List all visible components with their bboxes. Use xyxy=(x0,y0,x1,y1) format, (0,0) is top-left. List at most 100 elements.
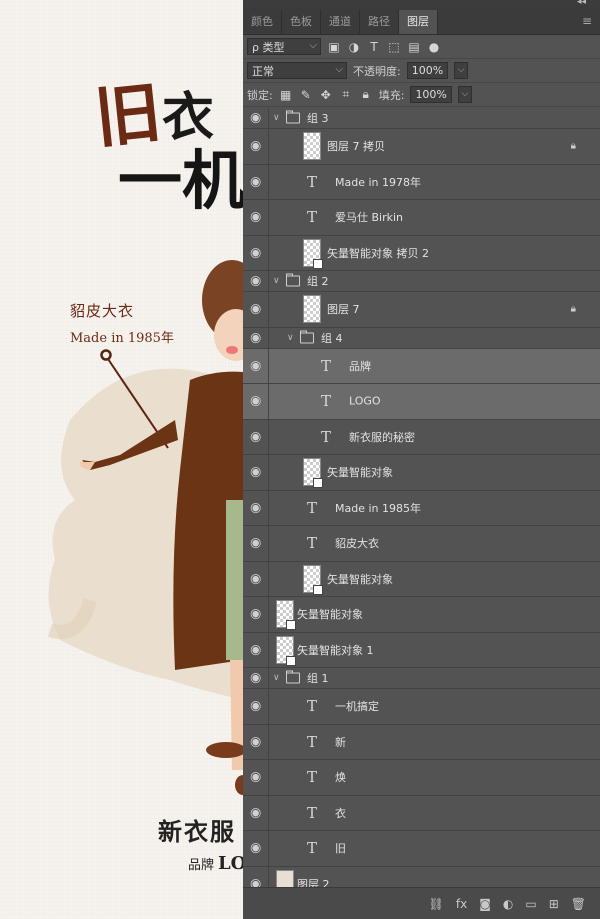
visibility-toggle[interactable]: ◉ xyxy=(243,795,269,830)
layer-row[interactable]: ◉ T 新 xyxy=(243,724,600,760)
layer-row[interactable]: ◉ 图层 7 拷贝 🔒︎ xyxy=(243,129,600,165)
filter-pixel-icon[interactable]: ▣ xyxy=(327,40,341,54)
layer-row[interactable]: ◉ 矢量智能对象 xyxy=(243,455,600,491)
layer-row[interactable]: ◉ T 爱马仕 Birkin xyxy=(243,200,600,236)
layer-row[interactable]: ◉ T 貂皮大衣 xyxy=(243,526,600,562)
fx-icon[interactable]: fx xyxy=(456,897,467,911)
eye-icon[interactable]: ◉ xyxy=(250,876,261,887)
eye-icon[interactable]: ◉ xyxy=(250,571,261,586)
filter-adjustment-icon[interactable]: ◑ xyxy=(347,40,361,54)
eye-icon[interactable]: ◉ xyxy=(250,210,261,225)
lock-transparent-icon[interactable]: ▦ xyxy=(279,88,293,102)
layer-row[interactable]: ◉ ∨ 组 3 xyxy=(243,108,600,129)
visibility-toggle[interactable]: ◉ xyxy=(243,271,269,291)
fill-dropdown-icon[interactable]: ⌵ xyxy=(457,86,472,103)
layer-row[interactable]: ◉ T Made in 1985年 xyxy=(243,490,600,526)
visibility-toggle[interactable]: ◉ xyxy=(243,129,269,164)
eye-icon[interactable]: ◉ xyxy=(250,841,261,856)
tab-paths[interactable]: 路径 xyxy=(360,10,399,34)
layer-row[interactable]: ◉ T 旧 xyxy=(243,831,600,867)
eye-icon[interactable]: ◉ xyxy=(250,330,261,345)
tab-color[interactable]: 颜色 xyxy=(243,10,282,34)
layer-row[interactable]: ◉ T 焕 xyxy=(243,760,600,796)
eye-icon[interactable]: ◉ xyxy=(250,734,261,749)
visibility-toggle[interactable]: ◉ xyxy=(243,668,269,688)
expand-chevron-icon[interactable]: ∨ xyxy=(273,113,280,123)
eye-icon[interactable]: ◉ xyxy=(250,607,261,622)
visibility-toggle[interactable]: ◉ xyxy=(243,164,269,199)
visibility-toggle[interactable]: ◉ xyxy=(243,724,269,759)
visibility-toggle[interactable]: ◉ xyxy=(243,108,269,128)
visibility-toggle[interactable]: ◉ xyxy=(243,831,269,866)
layer-row[interactable]: ◉ T 品牌 xyxy=(243,348,600,384)
lock-all-icon[interactable]: 🔒︎ xyxy=(359,87,373,102)
tab-channels[interactable]: 通道 xyxy=(321,10,360,34)
opacity-dropdown-icon[interactable]: ⌵ xyxy=(454,62,469,79)
layer-row[interactable]: ◉ 图层 7 🔒︎ xyxy=(243,292,600,328)
lock-paint-icon[interactable]: ✎ xyxy=(299,88,313,102)
eye-icon[interactable]: ◉ xyxy=(250,699,261,714)
visibility-toggle[interactable]: ◉ xyxy=(243,597,269,632)
expand-chevron-icon[interactable]: ∨ xyxy=(287,333,294,343)
eye-icon[interactable]: ◉ xyxy=(250,642,261,657)
filter-toggle-icon[interactable]: ● xyxy=(427,40,441,54)
fill-input[interactable]: 100% xyxy=(410,86,452,103)
visibility-toggle[interactable]: ◉ xyxy=(243,526,269,561)
eye-icon[interactable]: ◉ xyxy=(250,805,261,820)
filter-kind-select[interactable]: ρ 类型 xyxy=(247,37,321,55)
eye-icon[interactable]: ◉ xyxy=(250,302,261,317)
visibility-toggle[interactable]: ◉ xyxy=(243,455,269,490)
layer-row[interactable]: ◉ T 一机搞定 xyxy=(243,689,600,725)
layer-row[interactable]: ◉ ∨ 组 1 xyxy=(243,668,600,689)
eye-icon[interactable]: ◉ xyxy=(250,358,261,373)
delete-layer-icon[interactable]: 🗑︎ xyxy=(571,897,586,911)
filter-type-icon[interactable]: T xyxy=(367,40,381,54)
eye-icon[interactable]: ◉ xyxy=(250,245,261,260)
adjustment-layer-icon[interactable]: ◐ xyxy=(503,897,513,911)
visibility-toggle[interactable]: ◉ xyxy=(243,490,269,525)
visibility-toggle[interactable]: ◉ xyxy=(243,384,269,419)
layer-row[interactable]: ◉ ∨ 组 2 xyxy=(243,271,600,292)
lock-position-icon[interactable]: ✥ xyxy=(319,88,333,102)
visibility-toggle[interactable]: ◉ xyxy=(243,419,269,454)
layer-row[interactable]: ◉ 矢量智能对象 xyxy=(243,597,600,633)
layer-row[interactable]: ◉ 矢量智能对象 1 xyxy=(243,632,600,668)
eye-icon[interactable]: ◉ xyxy=(250,671,261,686)
eye-icon[interactable]: ◉ xyxy=(250,465,261,480)
layer-row[interactable]: ◉ T 衣 xyxy=(243,795,600,831)
eye-icon[interactable]: ◉ xyxy=(250,394,261,409)
visibility-toggle[interactable]: ◉ xyxy=(243,632,269,667)
layer-row[interactable]: ◉ 矢量智能对象 拷贝 2 xyxy=(243,235,600,271)
tab-layers[interactable]: 图层 xyxy=(399,10,438,34)
eye-icon[interactable]: ◉ xyxy=(250,500,261,515)
eye-icon[interactable]: ◉ xyxy=(250,536,261,551)
eye-icon[interactable]: ◉ xyxy=(250,174,261,189)
expand-chevron-icon[interactable]: ∨ xyxy=(273,673,280,683)
new-group-icon[interactable]: ▭ xyxy=(525,897,536,911)
visibility-toggle[interactable]: ◉ xyxy=(243,561,269,596)
visibility-toggle[interactable]: ◉ xyxy=(243,689,269,724)
layer-row[interactable]: ◉ 图层 2 xyxy=(243,866,600,887)
layer-row[interactable]: ◉ ∨ 组 4 xyxy=(243,327,600,349)
filter-smart-object-icon[interactable]: ▤ xyxy=(407,40,421,54)
eye-icon[interactable]: ◉ xyxy=(250,274,261,289)
visibility-toggle[interactable]: ◉ xyxy=(243,327,269,348)
visibility-toggle[interactable]: ◉ xyxy=(243,235,269,270)
filter-shape-icon[interactable]: ⬚ xyxy=(387,40,401,54)
layer-row[interactable]: ◉ T LOGO xyxy=(243,384,600,420)
add-mask-icon[interactable]: ◙ xyxy=(479,897,491,911)
link-layers-icon[interactable]: ⛓ xyxy=(429,897,444,911)
eye-icon[interactable]: ◉ xyxy=(250,111,261,126)
visibility-toggle[interactable]: ◉ xyxy=(243,866,269,887)
visibility-toggle[interactable]: ◉ xyxy=(243,292,269,327)
visibility-toggle[interactable]: ◉ xyxy=(243,200,269,235)
panel-menu-icon[interactable]: ≡ xyxy=(582,10,592,34)
layer-row[interactable]: ◉ T Made in 1978年 xyxy=(243,164,600,200)
lock-artboard-icon[interactable]: ⌗ xyxy=(339,87,353,102)
new-layer-icon[interactable]: ⊞ xyxy=(549,897,559,911)
visibility-toggle[interactable]: ◉ xyxy=(243,348,269,383)
layer-row[interactable]: ◉ T 新衣服的秘密 xyxy=(243,419,600,455)
visibility-toggle[interactable]: ◉ xyxy=(243,760,269,795)
document-canvas[interactable]: 旧 衣 一机 貂皮大衣 Made in 1985年 新衣服 品牌 LO xyxy=(0,0,243,919)
tab-swatches[interactable]: 色板 xyxy=(282,10,321,34)
